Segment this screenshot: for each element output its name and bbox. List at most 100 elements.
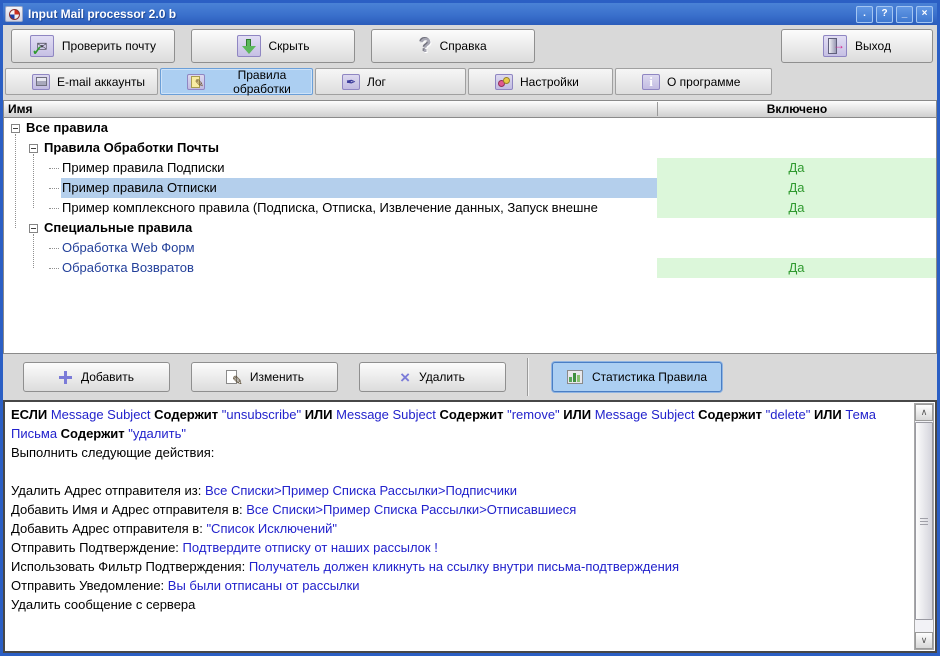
rule-text: ЕСЛИ: [11, 407, 51, 422]
check-icon: ✓: [32, 44, 43, 57]
collapse-minus-icon[interactable]: [11, 124, 20, 133]
tab-about[interactable]: iО программе: [615, 68, 772, 95]
mail-accounts-icon: [32, 74, 50, 90]
rule-name-cell: Пример правила Подписки: [4, 158, 657, 178]
rule-name-cell: Обработка Web Форм: [4, 238, 657, 258]
add-rule-button[interactable]: Добавить: [23, 362, 170, 392]
tree-branch-line: [49, 268, 59, 269]
hide-button[interactable]: Скрыть: [191, 29, 355, 63]
rule-statistics-button[interactable]: Статистика Правила: [552, 362, 722, 392]
scrollbar-track[interactable]: [915, 621, 933, 632]
enabled-cell: [657, 238, 936, 258]
rule-value-text: "удалить": [128, 426, 186, 441]
table-row[interactable]: Пример комплексного правила (Подписка, О…: [4, 198, 936, 218]
thumb-grip-icon: [920, 518, 928, 525]
delete-rule-button[interactable]: × Удалить: [359, 362, 506, 392]
delete-label: Удалить: [419, 370, 465, 384]
details-line: Выполнить следующие действия:: [11, 443, 905, 462]
rule-name-cell: Пример комплексного правила (Подписка, О…: [4, 198, 657, 218]
table-row[interactable]: Правила Обработки Почты: [4, 138, 936, 158]
rule-value-text: Получатель должен кликнуть на ссылку вну…: [249, 559, 679, 574]
column-header-name[interactable]: Имя: [8, 102, 33, 116]
tab-processing-rules[interactable]: ✎Правила обработки: [160, 68, 313, 95]
tab-bar: E-mail аккаунты ✎Правила обработки✒Лог Нас…: [3, 67, 937, 97]
rule-name-cell: Обработка Возвратов: [4, 258, 657, 278]
scroll-down-button[interactable]: ∨: [915, 632, 933, 649]
hide-arrow-icon: [237, 35, 261, 57]
rule-name: Пример комплексного правила (Подписка, О…: [61, 198, 657, 218]
app-window: Input Mail processor 2.0 b . ? _ × ✉ ✓ П…: [0, 0, 940, 656]
rule-value-text: Все Списки>Пример Списка Рассылки>Отписа…: [246, 502, 576, 517]
log-pen-icon: ✒: [342, 74, 360, 90]
rule-text: Содержит: [436, 407, 507, 422]
details-line: Добавить Адрес отправителя в: "Список Ис…: [11, 519, 905, 538]
tab-label: Настройки: [520, 75, 579, 89]
tab-settings[interactable]: Настройки: [468, 68, 613, 95]
enabled-cell: Да: [657, 198, 936, 218]
rule-name-cell: Правила Обработки Почты: [4, 138, 657, 158]
rule-name-cell: Пример правила Отписки: [4, 178, 657, 198]
tab-email-accounts[interactable]: E-mail аккаунты: [5, 68, 158, 95]
table-row[interactable]: Пример правила ПодпискиДа: [4, 158, 936, 178]
tab-label: E-mail аккаунты: [57, 75, 145, 89]
rule-text: Выполнить следующие действия:: [11, 445, 214, 460]
table-row[interactable]: Обработка Web Форм: [4, 238, 936, 258]
rule-text: Добавить Имя и Адрес отправителя в:: [11, 502, 246, 517]
title-bar[interactable]: Input Mail processor 2.0 b . ? _ ×: [3, 3, 937, 25]
column-header-enabled[interactable]: Включено: [657, 102, 936, 116]
scroll-up-button[interactable]: ∧: [915, 404, 933, 421]
table-row[interactable]: Пример правила ОтпискиДа: [4, 178, 936, 198]
rule-details-panel[interactable]: ЕСЛИ Message Subject Содержит "unsubscri…: [3, 400, 937, 653]
tree-branch-line: [49, 188, 59, 189]
rule-value-text: Message Subject: [595, 407, 695, 422]
minimize-button[interactable]: _: [896, 6, 913, 23]
tray-button[interactable]: .: [856, 6, 873, 23]
rule-text: Удалить сообщение с сервера: [11, 597, 195, 612]
rules-grid: Имя Включено Все правилаПравила Обработк…: [3, 100, 937, 354]
help-button[interactable]: ? Справка: [371, 29, 535, 63]
table-row[interactable]: Обработка ВозвратовДа: [4, 258, 936, 278]
separator: [527, 358, 528, 396]
details-scrollbar[interactable]: ∧ ∨: [914, 403, 934, 650]
details-line: Использовать Фильтр Подтверждения: Получ…: [11, 557, 905, 576]
rule-text: Отправить Уведомление:: [11, 578, 168, 593]
rule-name: Обработка Возвратов: [61, 258, 657, 278]
enabled-cell: [657, 218, 936, 238]
rule-text: Содержит: [151, 407, 222, 422]
rule-text: Удалить Адрес отправителя из:: [11, 483, 205, 498]
rule-name: Обработка Web Форм: [61, 238, 657, 258]
enabled-cell: Да: [657, 258, 936, 278]
exit-door-icon: →: [823, 35, 847, 57]
settings-gears-icon: [495, 74, 513, 90]
check-mail-button[interactable]: ✉ ✓ Проверить почту: [11, 29, 175, 63]
logo-ball-icon: [9, 9, 20, 20]
exit-arrow-icon: →: [833, 39, 845, 51]
edit-pencil-icon: ✎: [225, 369, 241, 385]
tree-branch-line: [49, 208, 59, 209]
enabled-cell: [657, 118, 936, 138]
enabled-cell: [657, 138, 936, 158]
collapse-minus-icon[interactable]: [29, 144, 38, 153]
rule-name-cell: Специальные правила: [4, 218, 657, 238]
rule-details-text: ЕСЛИ Message Subject Содержит "unsubscri…: [5, 402, 935, 617]
add-label: Добавить: [81, 370, 134, 384]
exit-button[interactable]: → Выход: [781, 29, 933, 63]
rule-text: ИЛИ: [560, 407, 595, 422]
rule-text: Добавить Адрес отправителя в:: [11, 521, 206, 536]
tab-label: О программе: [667, 75, 740, 89]
details-line: Отправить Уведомление: Вы были отписаны …: [11, 576, 905, 595]
scrollbar-thumb[interactable]: [915, 422, 933, 620]
titlebar-help-button[interactable]: ?: [876, 6, 893, 23]
hide-label: Скрыть: [269, 39, 310, 53]
close-button[interactable]: ×: [916, 6, 933, 23]
tab-log[interactable]: ✒Лог: [315, 68, 466, 95]
table-row[interactable]: Специальные правила: [4, 218, 936, 238]
help-label: Справка: [440, 39, 487, 53]
details-line: Удалить сообщение с сервера: [11, 595, 905, 614]
table-row[interactable]: Все правила: [4, 118, 936, 138]
edit-rule-button[interactable]: ✎ Изменить: [191, 362, 338, 392]
toolbar: ✉ ✓ Проверить почту Скрыть ? Справка → В…: [3, 25, 937, 67]
rule-name: Правила Обработки Почты: [43, 138, 657, 158]
collapse-minus-icon[interactable]: [29, 224, 38, 233]
rule-value-text: Message Subject: [51, 407, 151, 422]
